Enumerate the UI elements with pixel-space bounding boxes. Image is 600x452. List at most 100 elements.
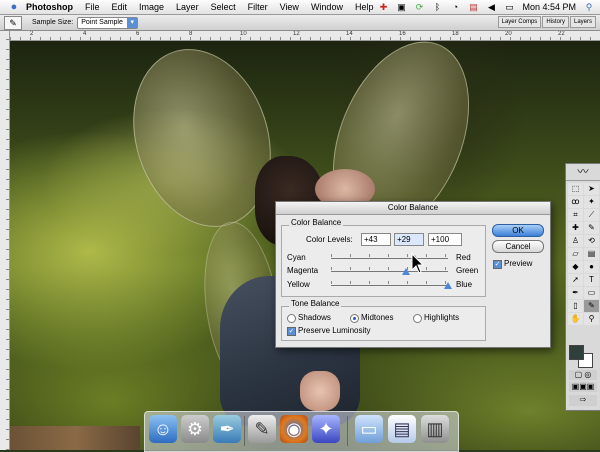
type-tool-icon[interactable]: T: [584, 274, 599, 286]
menu-app-name[interactable]: Photoshop: [26, 0, 73, 14]
menu-clock[interactable]: Mon 4:54 PM: [522, 2, 576, 12]
cancel-button[interactable]: Cancel: [492, 240, 544, 253]
system-preferences-icon[interactable]: ⚙: [181, 415, 209, 443]
ok-button[interactable]: OK: [492, 224, 544, 237]
battery-icon[interactable]: ▭: [504, 2, 514, 12]
dock-separator: [244, 416, 245, 446]
eraser-tool-icon[interactable]: ▱: [568, 248, 583, 260]
ical-icon[interactable]: ✦: [312, 415, 340, 443]
ruler-tick-label: 8: [189, 31, 193, 37]
ruler-top[interactable]: 2 4 6 8 10 12 14 16 18 20 22: [10, 31, 600, 41]
slider-label-blue: Blue: [456, 280, 473, 289]
status-menu-icon[interactable]: ✚: [378, 2, 388, 12]
menu-filter[interactable]: Filter: [248, 0, 268, 14]
dialog-title[interactable]: Color Balance: [276, 202, 550, 215]
bluetooth-icon[interactable]: ᛒ: [432, 2, 442, 12]
sample-size-select[interactable]: Point Sample ▾: [77, 16, 139, 29]
ruler-left[interactable]: [0, 31, 10, 450]
slider-label-red: Red: [456, 253, 471, 262]
flag-us-icon[interactable]: ▤: [468, 2, 478, 12]
trash-icon[interactable]: ▥: [421, 415, 449, 443]
slider-label-yellow: Yellow: [287, 280, 310, 289]
midtones-radio[interactable]: [350, 314, 359, 323]
slice-tool-icon[interactable]: ⟋: [584, 209, 599, 221]
ruler-tick-label: 20: [505, 31, 512, 37]
wood-log: [10, 426, 140, 450]
palette-tab-history[interactable]: History: [542, 16, 569, 28]
preserve-luminosity-checkbox[interactable]: ✓: [287, 327, 296, 336]
shape-tool-icon[interactable]: ▭: [584, 287, 599, 299]
sample-size-label: Sample Size:: [32, 19, 74, 26]
finder-icon[interactable]: ☺: [149, 415, 177, 443]
slider-row-yellow-blue: Yellow Blue: [287, 279, 482, 291]
eyedropper-tool-icon[interactable]: ✎: [584, 300, 599, 312]
folder-icon[interactable]: ▭: [355, 415, 383, 443]
ruler-tick-label: 6: [136, 31, 140, 37]
menu-view[interactable]: View: [280, 0, 299, 14]
dodge-tool-icon[interactable]: ●: [584, 261, 599, 273]
ruler-tick-label: 14: [346, 31, 353, 37]
hand-tool-icon[interactable]: ✋: [568, 313, 583, 325]
apple-menu-icon[interactable]: ●: [8, 1, 20, 13]
volume-icon[interactable]: ◀: [486, 2, 496, 12]
spotlight-icon[interactable]: ⚲: [584, 2, 594, 12]
level-cyan-red-input[interactable]: +43: [361, 233, 391, 246]
eyedropper-tool-preset-icon[interactable]: ✎: [4, 15, 22, 30]
menu-select[interactable]: Select: [211, 0, 236, 14]
slider-thumb-magenta-green[interactable]: [402, 268, 411, 275]
firefox-icon[interactable]: ◉: [280, 415, 308, 443]
history-brush-tool-icon[interactable]: ⟲: [584, 235, 599, 247]
feather-logo-icon[interactable]: 〰: [566, 164, 600, 181]
wifi-icon[interactable]: ◔: [450, 2, 460, 12]
healing-brush-tool-icon[interactable]: ✚: [568, 222, 583, 234]
ruler-tick-label: 10: [240, 31, 247, 37]
preview-checkbox[interactable]: ✓: [493, 260, 502, 269]
color-balance-group-title: Color Balance: [289, 218, 344, 227]
script-editor-icon[interactable]: ✎: [248, 415, 276, 443]
clone-stamp-tool-icon[interactable]: ♙: [568, 235, 583, 247]
foreground-color-swatch[interactable]: [569, 345, 584, 360]
jump-to-imageready-icon[interactable]: ⇨: [569, 395, 597, 406]
marquee-tool-icon[interactable]: ⬚: [568, 183, 583, 195]
pen-tool-icon[interactable]: ✒: [568, 287, 583, 299]
shadows-label: Shadows: [298, 313, 331, 322]
slider-row-cyan-red: Cyan Red: [287, 252, 482, 264]
documents-icon[interactable]: ▤: [388, 415, 416, 443]
sync-icon[interactable]: ⟳: [414, 2, 424, 12]
menu-image[interactable]: Image: [139, 0, 164, 14]
notes-tool-icon[interactable]: ▯: [568, 300, 583, 312]
menu-window[interactable]: Window: [311, 0, 343, 14]
mail-icon[interactable]: ✒: [213, 415, 241, 443]
shadows-radio[interactable]: [287, 314, 296, 323]
slider-track[interactable]: [331, 271, 448, 272]
slider-thumb-yellow-blue[interactable]: [444, 282, 452, 289]
blur-tool-icon[interactable]: ◆: [568, 261, 583, 273]
path-selection-tool-icon[interactable]: ➚: [568, 274, 583, 286]
menu-file[interactable]: File: [85, 0, 100, 14]
menu-edit[interactable]: Edit: [112, 0, 128, 14]
palette-tab-layers[interactable]: Layers: [569, 16, 596, 28]
brush-tool-icon[interactable]: ✎: [584, 222, 599, 234]
midtones-label: Midtones: [361, 313, 394, 322]
level-yellow-blue-input[interactable]: +100: [428, 233, 462, 246]
ruler-tick-label: 2: [30, 31, 34, 37]
magic-wand-tool-icon[interactable]: ✦: [584, 196, 599, 208]
tone-balance-group-title: Tone Balance: [289, 299, 342, 308]
screen-mode-icon[interactable]: ▣▣▣: [569, 382, 597, 392]
menu-help[interactable]: Help: [355, 0, 374, 14]
quick-mask-mode-icon[interactable]: ▢ ◎: [569, 370, 597, 380]
lasso-tool-icon[interactable]: ꝏ: [568, 196, 583, 208]
zoom-tool-icon[interactable]: ⚲: [584, 313, 599, 325]
display-icon[interactable]: ▣: [396, 2, 406, 12]
preserve-luminosity-label: Preserve Luminosity: [298, 326, 371, 335]
highlights-radio[interactable]: [413, 314, 422, 323]
level-magenta-green-input[interactable]: +29: [394, 233, 424, 246]
gradient-tool-icon[interactable]: ▤: [584, 248, 599, 260]
slider-track[interactable]: [331, 285, 448, 286]
menu-layer[interactable]: Layer: [176, 0, 199, 14]
palette-well: Layer Comps History Layers: [497, 16, 596, 28]
slider-track[interactable]: [331, 258, 448, 259]
move-tool-icon[interactable]: ➤: [584, 183, 599, 195]
palette-tab-layer-comps[interactable]: Layer Comps: [497, 16, 542, 28]
crop-tool-icon[interactable]: ⌗: [568, 209, 583, 221]
